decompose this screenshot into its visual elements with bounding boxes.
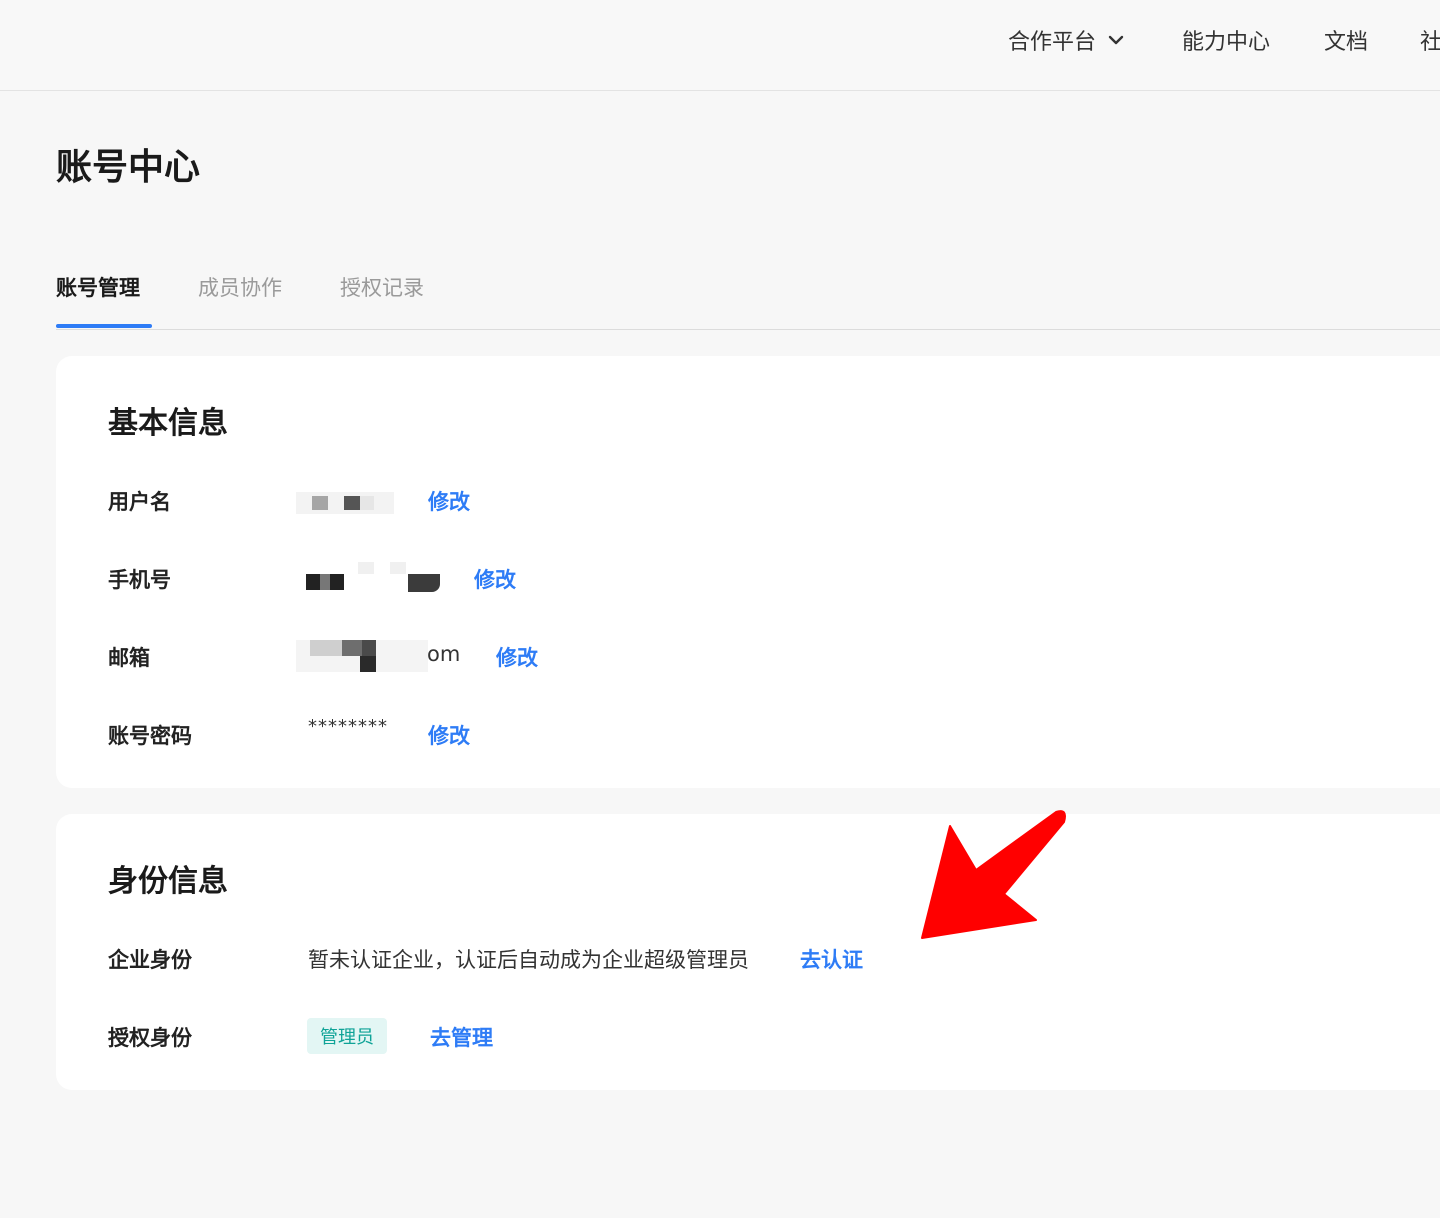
- nav-item-capability-center[interactable]: 能力中心: [1182, 24, 1270, 56]
- email-value-suffix: om: [427, 642, 461, 666]
- enterprise-identity-label: 企业身份: [108, 948, 192, 972]
- top-nav-bar: 合作平台 能力中心 文档 社: [0, 0, 1440, 91]
- identity-info-title: 身份信息: [108, 864, 228, 899]
- email-label: 邮箱: [108, 646, 150, 670]
- password-value: ********: [308, 716, 388, 737]
- username-label: 用户名: [108, 490, 171, 514]
- nav-item-label: 能力中心: [1182, 30, 1271, 55]
- go-manage-link[interactable]: 去管理: [430, 1022, 493, 1052]
- identity-info-card: 身份信息 企业身份 暂未认证企业，认证后自动成为企业超级管理员 去认证 授权身份…: [56, 814, 1440, 1090]
- phone-label: 手机号: [108, 568, 171, 592]
- chevron-down-icon: [1108, 35, 1124, 45]
- nav-item-docs[interactable]: 文档: [1324, 24, 1368, 56]
- nav-item-label: 社: [1420, 30, 1440, 55]
- tab-member-collaboration[interactable]: 成员协作: [198, 272, 282, 302]
- edit-phone-link[interactable]: 修改: [474, 564, 516, 594]
- annotation-arrow-icon: [921, 810, 1066, 939]
- username-value-redacted: [296, 492, 394, 514]
- tab-bar: 账号管理 成员协作 授权记录: [56, 268, 1440, 330]
- nav-item-label: 文档: [1324, 30, 1369, 55]
- nav-item-label: 合作平台: [1008, 30, 1097, 55]
- active-tab-indicator: [56, 324, 152, 328]
- password-label: 账号密码: [108, 724, 192, 748]
- tab-authorization-records[interactable]: 授权记录: [340, 272, 424, 302]
- edit-password-link[interactable]: 修改: [428, 720, 470, 750]
- basic-info-card: 基本信息 用户名 修改 手机号 修改 邮箱 om 修改 账号密码 *******…: [56, 356, 1440, 788]
- authorization-identity-label: 授权身份: [108, 1026, 192, 1050]
- basic-info-title: 基本信息: [108, 406, 228, 441]
- tab-account-management[interactable]: 账号管理: [56, 272, 140, 302]
- phone-value-redacted: [306, 560, 446, 592]
- page-title: 账号中心: [56, 147, 201, 188]
- edit-username-link[interactable]: 修改: [428, 486, 470, 516]
- go-verify-link[interactable]: 去认证: [800, 944, 863, 974]
- admin-role-badge: 管理员: [307, 1018, 387, 1054]
- email-value-redacted: [296, 636, 428, 672]
- enterprise-identity-value: 暂未认证企业，认证后自动成为企业超级管理员: [308, 948, 749, 972]
- nav-item-partner-platform[interactable]: 合作平台: [1008, 24, 1126, 56]
- nav-item-community[interactable]: 社: [1420, 24, 1440, 56]
- edit-email-link[interactable]: 修改: [496, 642, 538, 672]
